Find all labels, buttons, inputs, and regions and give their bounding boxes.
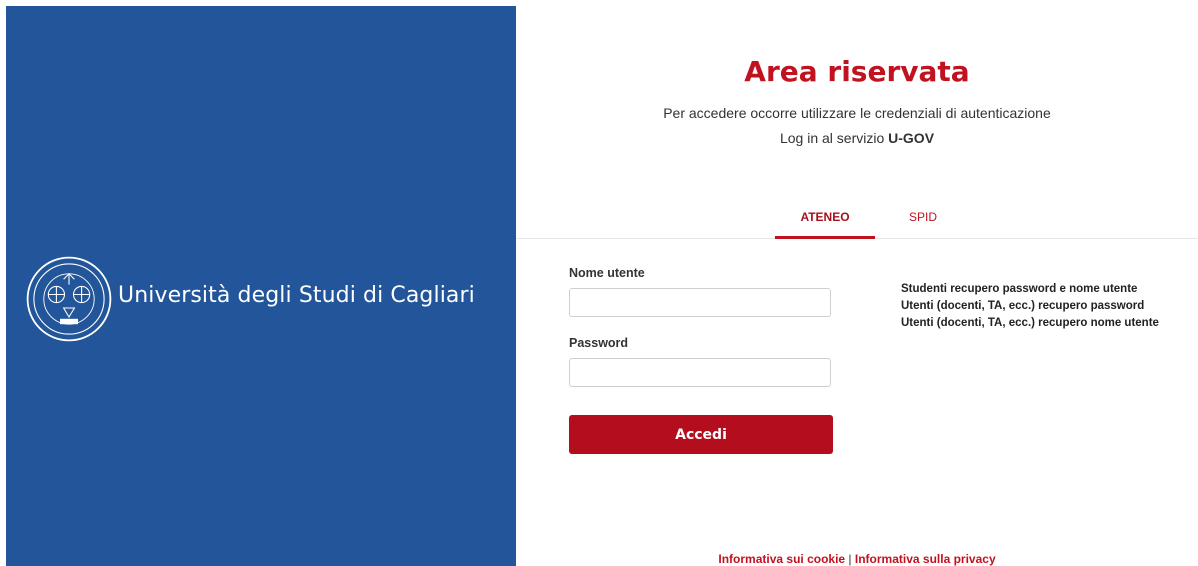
- tab-ateneo[interactable]: ATENEO: [775, 208, 875, 239]
- login-tabs: ATENEO SPID: [516, 208, 1198, 239]
- privacy-policy-link[interactable]: Informativa sulla privacy: [855, 552, 996, 566]
- brand-panel: Università degli Studi di Cagliari: [6, 6, 516, 566]
- login-page: Università degli Studi di Cagliari Area …: [0, 0, 1198, 566]
- footer: Informativa sui cookie | Informativa sul…: [516, 552, 1198, 566]
- page-subtitle: Per accedere occorre utilizzare le crede…: [663, 105, 1051, 121]
- service-name: U-GOV: [888, 130, 935, 146]
- password-label: Password: [569, 336, 629, 350]
- service-prefix: Log in al servizio: [779, 130, 885, 146]
- staff-recover-username-link[interactable]: Utenti (docenti, TA, ecc.) recupero nome…: [901, 315, 1186, 332]
- student-recover-link[interactable]: Studenti recupero password e nome utente: [901, 281, 1186, 298]
- username-input[interactable]: [569, 288, 831, 317]
- footer-separator: |: [848, 552, 852, 566]
- login-button[interactable]: Accedi: [569, 415, 833, 454]
- username-label: Nome utente: [569, 266, 645, 280]
- page-title: Area riservata: [744, 55, 970, 88]
- university-seal-icon: [26, 256, 112, 342]
- password-input[interactable]: [569, 358, 831, 387]
- tab-spid[interactable]: SPID: [888, 208, 958, 236]
- university-name: Università degli Studi di Cagliari: [118, 283, 475, 308]
- cookie-policy-link[interactable]: Informativa sui cookie: [718, 552, 845, 566]
- service-line: Log in al servizio U-GOV: [516, 130, 1198, 146]
- login-content: Area riservata Per accedere occorre util…: [516, 0, 1198, 566]
- staff-recover-password-link[interactable]: Utenti (docenti, TA, ecc.) recupero pass…: [901, 298, 1186, 315]
- help-links: Studenti recupero password e nome utente…: [901, 281, 1186, 332]
